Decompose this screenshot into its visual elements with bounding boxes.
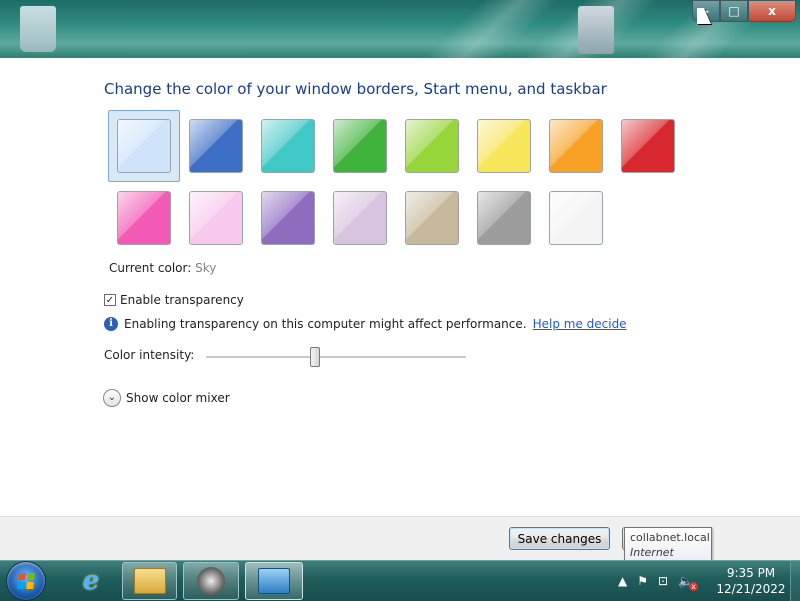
current-color-label: Current color: — [109, 261, 192, 275]
color-swatch-fill — [549, 119, 603, 173]
internet-explorer-icon: e — [82, 566, 100, 596]
taskbar-app[interactable] — [183, 562, 239, 600]
info-icon: i — [104, 317, 118, 331]
transparency-checkbox[interactable]: ✓ — [104, 294, 116, 306]
control-panel-icon — [258, 568, 290, 594]
show-hidden-icons-arrow-icon[interactable]: ▲ — [618, 574, 627, 588]
current-color: Current color: Sky — [109, 261, 216, 275]
taskbar-windows-explorer[interactable] — [122, 562, 177, 600]
color-swatch-sky[interactable] — [108, 110, 180, 182]
windows-logo-icon — [17, 573, 35, 589]
performance-info-text: Enabling transparency on this computer m… — [124, 317, 527, 331]
transparency-option[interactable]: ✓ Enable transparency — [104, 293, 244, 307]
start-button[interactable] — [7, 562, 45, 600]
color-swatch-fill — [549, 191, 603, 245]
color-settings-panel: Change the color of your window borders,… — [0, 58, 800, 516]
color-intensity-label: Color intensity: — [104, 348, 195, 362]
color-swatch-fill — [261, 119, 315, 173]
chevron-down-icon[interactable]: ⌄ — [103, 389, 121, 407]
network-icon[interactable]: ⊡ — [658, 574, 668, 588]
color-swatch-fill — [405, 191, 459, 245]
folder-library-icon — [133, 568, 166, 594]
color-swatch-fill — [333, 191, 387, 245]
close-button[interactable]: x — [748, 0, 796, 22]
current-color-value: Sky — [195, 261, 217, 275]
volume-muted-icon[interactable]: 🔈 x — [678, 574, 699, 591]
clock-date: 12/21/2022 — [716, 582, 786, 596]
show-color-mixer-label[interactable]: Show color mixer — [126, 391, 230, 405]
recycle-bin-icon[interactable] — [20, 6, 56, 52]
action-center-flag-icon[interactable]: ⚑ — [637, 574, 648, 588]
color-swatch-fill — [117, 191, 171, 245]
color-swatch-lemon[interactable] — [468, 110, 540, 182]
raccoon-app-icon — [197, 567, 225, 595]
show-desktop-button[interactable] — [790, 561, 800, 601]
taskbar: e ▲ ⚑ ⊡ 🔈 x 9:35 PM 12/21/2022 — [0, 560, 800, 601]
color-swatch-lavender[interactable] — [324, 182, 396, 254]
color-swatch-fill — [621, 119, 675, 173]
color-swatch-lime[interactable] — [396, 110, 468, 182]
color-swatch-fill — [477, 119, 531, 173]
window-frame: – □ x — [0, 0, 800, 58]
color-swatch-sea[interactable] — [252, 110, 324, 182]
color-swatch-fill — [189, 191, 243, 245]
color-swatch-fill — [117, 119, 171, 173]
color-swatch-taupe[interactable] — [396, 182, 468, 254]
color-intensity-slider-thumb[interactable] — [310, 347, 321, 367]
color-swatch-fill — [405, 119, 459, 173]
color-swatch-violet[interactable] — [252, 182, 324, 254]
color-swatch-leaf[interactable] — [324, 110, 396, 182]
help-me-decide-link[interactable]: Help me decide — [533, 317, 627, 331]
color-swatch-fill — [477, 191, 531, 245]
maximize-button[interactable]: □ — [720, 0, 748, 22]
network-name: collabnet.local — [630, 531, 710, 544]
color-swatch-fill — [189, 119, 243, 173]
color-swatch-fuchsia[interactable] — [108, 182, 180, 254]
color-swatch-ruby[interactable] — [612, 110, 684, 182]
notification-area: ▲ ⚑ ⊡ 🔈 x — [618, 561, 699, 601]
color-swatch-twilight[interactable] — [180, 110, 252, 182]
transparency-label[interactable]: Enable transparency — [120, 293, 244, 307]
color-swatch-frost[interactable] — [540, 182, 612, 254]
color-swatch-chocolate-gray[interactable] — [468, 182, 540, 254]
save-changes-button[interactable]: Save changes — [509, 527, 610, 550]
show-color-mixer-toggle[interactable]: ⌄ Show color mixer — [103, 389, 230, 407]
color-swatch-fill — [261, 191, 315, 245]
color-intensity-slider-track[interactable] — [206, 356, 466, 359]
folder-icon[interactable] — [578, 6, 614, 54]
color-swatch-fill — [333, 119, 387, 173]
taskbar-control-panel[interactable] — [245, 562, 303, 600]
mouse-cursor-icon — [697, 8, 711, 24]
mute-x-icon: x — [689, 582, 699, 591]
page-title: Change the color of your window borders,… — [104, 80, 607, 98]
taskbar-internet-explorer[interactable]: e — [62, 562, 120, 600]
clock-time: 9:35 PM — [726, 566, 776, 580]
color-swatch-pumpkin[interactable] — [540, 110, 612, 182]
color-swatch-blush[interactable] — [180, 182, 252, 254]
performance-info: i Enabling transparency on this computer… — [104, 317, 627, 331]
system-clock[interactable]: 9:35 PM 12/21/2022 — [716, 565, 786, 597]
